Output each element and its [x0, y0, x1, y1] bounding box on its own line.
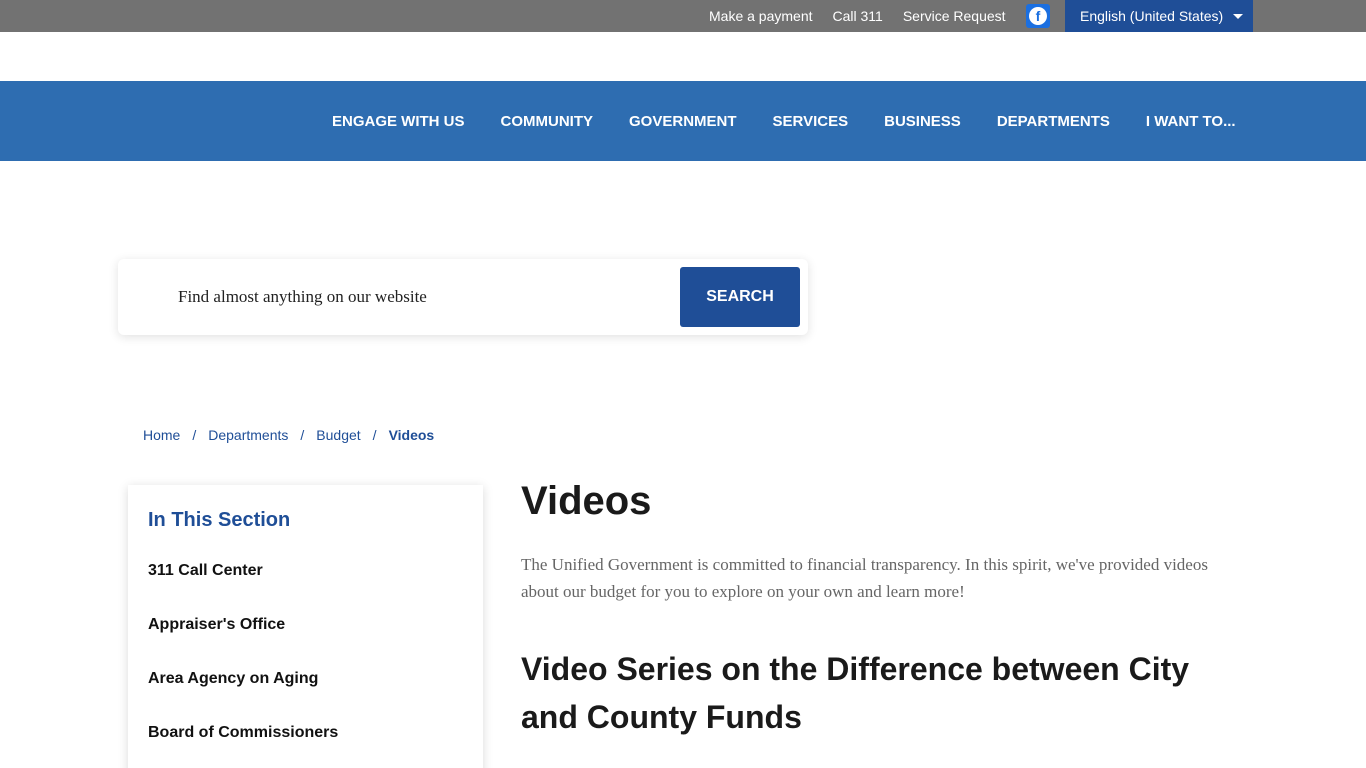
page-title: Videos: [521, 479, 652, 523]
breadcrumb: Home / Departments / Budget / Videos: [143, 427, 434, 443]
nav-engage-with-us[interactable]: ENGAGE WITH US: [314, 113, 483, 130]
breadcrumb-departments[interactable]: Departments: [208, 427, 288, 443]
language-label: English (United States): [1080, 8, 1224, 24]
search-input[interactable]: [178, 283, 658, 311]
nav-government[interactable]: GOVERNMENT: [611, 113, 755, 130]
nav-departments[interactable]: DEPARTMENTS: [979, 113, 1128, 130]
breadcrumb-current: Videos: [388, 427, 435, 443]
utility-links: Make a payment Call 311 Service Request: [699, 0, 1016, 32]
sidebar-item-area-agency-on-aging[interactable]: Area Agency on Aging: [148, 669, 338, 723]
sidebar-title: In This Section: [148, 509, 291, 531]
sidebar-list: 311 Call Center Appraiser's Office Area …: [148, 561, 338, 768]
make-payment-link[interactable]: Make a payment: [699, 0, 823, 32]
nav-items: ENGAGE WITH US COMMUNITY GOVERNMENT SERV…: [314, 81, 1254, 161]
utility-bar: Make a payment Call 311 Service Request …: [0, 0, 1366, 32]
breadcrumb-separator: /: [372, 427, 377, 443]
search-box: SEARCH: [118, 259, 808, 335]
sidebar-item-appraisers-office[interactable]: Appraiser's Office: [148, 615, 338, 669]
breadcrumb-separator: /: [192, 427, 197, 443]
section-sidebar: In This Section 311 Call Center Appraise…: [128, 485, 483, 768]
language-select[interactable]: English (United States): [1065, 0, 1253, 32]
nav-business[interactable]: BUSINESS: [866, 113, 979, 130]
call-311-link[interactable]: Call 311: [823, 0, 893, 32]
nav-i-want-to[interactable]: I WANT TO...: [1128, 113, 1254, 130]
main-nav: ENGAGE WITH US COMMUNITY GOVERNMENT SERV…: [0, 81, 1366, 161]
section-heading: Video Series on the Difference between C…: [521, 651, 1190, 735]
breadcrumb-separator: /: [300, 427, 305, 443]
breadcrumb-budget[interactable]: Budget: [316, 427, 360, 443]
service-request-link[interactable]: Service Request: [893, 0, 1016, 32]
facebook-icon[interactable]: f: [1026, 4, 1050, 28]
nav-services[interactable]: SERVICES: [755, 113, 867, 130]
sidebar-item-311-call-center[interactable]: 311 Call Center: [148, 561, 338, 615]
search-button[interactable]: SEARCH: [680, 267, 800, 327]
facebook-glyph: f: [1029, 7, 1047, 25]
breadcrumb-home[interactable]: Home: [143, 427, 180, 443]
nav-community[interactable]: COMMUNITY: [483, 113, 612, 130]
caret-down-icon: [1233, 14, 1243, 19]
intro-paragraph: The Unified Government is committed to f…: [521, 555, 1208, 601]
sidebar-item-board-of-commissioners[interactable]: Board of Commissioners: [148, 723, 338, 768]
